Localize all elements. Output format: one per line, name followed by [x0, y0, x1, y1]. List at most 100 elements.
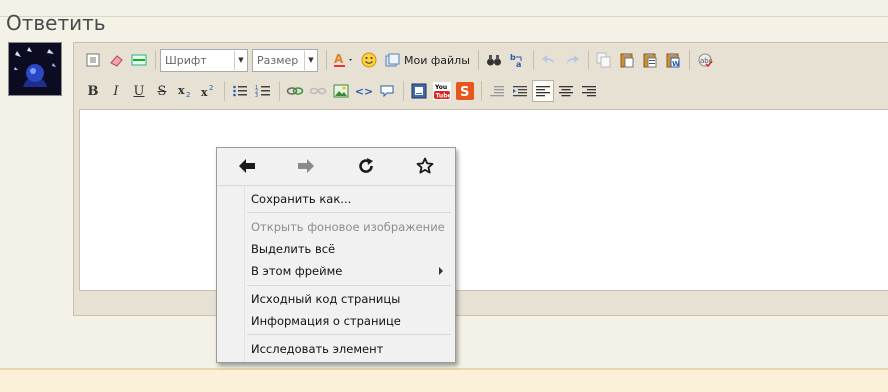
menu-item-this-frame[interactable]: В этом фрейме — [251, 264, 342, 278]
indent-icon — [513, 86, 527, 97]
editor-panel: Шрифт ▼ Размер ▼ A Мои файлы ba W abc B … — [73, 42, 888, 316]
paste-button[interactable] — [616, 49, 638, 71]
paste-text-icon — [643, 53, 657, 68]
reload-button[interactable] — [346, 151, 386, 181]
link-button[interactable] — [284, 80, 306, 102]
smiley-button[interactable] — [358, 49, 380, 71]
size-combo[interactable]: Размер ▼ — [252, 48, 318, 72]
chevron-down-icon: ▼ — [304, 50, 317, 70]
svg-text:Tube: Tube — [436, 93, 452, 100]
toolbar-separator — [688, 50, 690, 70]
italic-icon: I — [113, 83, 119, 99]
paste-word-button[interactable]: W — [662, 49, 684, 71]
toolbar-row-1: Шрифт ▼ Размер ▼ A Мои файлы ba W abc — [82, 47, 717, 73]
align-right-icon — [582, 86, 596, 97]
reload-icon — [358, 158, 373, 173]
outdent-button[interactable] — [486, 80, 508, 102]
superscript-button[interactable]: x2 — [197, 80, 219, 102]
spellcheck-icon: abc — [698, 53, 713, 68]
align-left-button[interactable] — [532, 80, 554, 102]
underline-button[interactable]: U — [128, 80, 150, 102]
context-menu: Сохранить как... Открыть фоновое изображ… — [216, 147, 456, 363]
bold-icon: B — [87, 83, 99, 99]
editor-text-area[interactable] — [79, 109, 888, 291]
toolbar-separator — [155, 50, 156, 70]
toolbar-separator — [326, 50, 327, 70]
numbered-list-button[interactable]: 123 — [252, 80, 274, 102]
source-button[interactable] — [82, 49, 104, 71]
menu-item-inspect-element[interactable]: Исследовать элемент — [251, 342, 383, 356]
chevron-down-icon: ▼ — [234, 50, 247, 70]
strike-button[interactable]: S — [151, 80, 173, 102]
align-left-icon — [536, 86, 550, 97]
redo-button[interactable] — [561, 49, 583, 71]
files-icon — [385, 53, 400, 67]
subscript-button[interactable]: x2 — [174, 80, 196, 102]
align-right-button[interactable] — [578, 80, 600, 102]
text-color-button[interactable]: A — [331, 49, 357, 71]
svg-text:3: 3 — [255, 93, 258, 98]
italic-button[interactable]: I — [105, 80, 127, 102]
svg-text:2: 2 — [186, 91, 190, 98]
bottom-strip — [0, 368, 888, 392]
font-combo[interactable]: Шрифт ▼ — [160, 48, 248, 72]
paste-text-button[interactable] — [639, 49, 661, 71]
reply-title: Ответить — [6, 11, 106, 35]
quote-button[interactable] — [376, 80, 398, 102]
bullet-list-button[interactable] — [229, 80, 251, 102]
align-center-button[interactable] — [555, 80, 577, 102]
menu-item-page-info[interactable]: Информация о странице — [251, 314, 401, 328]
eraser-icon — [110, 55, 123, 67]
paste-word-icon: W — [666, 53, 680, 68]
menu-gutter — [244, 186, 245, 362]
toolbar-separator — [477, 50, 479, 70]
toolbar-separator — [403, 81, 404, 101]
strikethrough-icon: S — [157, 83, 167, 99]
forward-button[interactable] — [286, 151, 326, 181]
smilebox-button[interactable]: S — [454, 80, 476, 102]
svg-text:W: W — [672, 60, 680, 68]
paste-icon — [620, 53, 634, 68]
replace-button[interactable]: ba — [506, 49, 528, 71]
menu-separator — [247, 285, 451, 286]
youtube-button[interactable]: You Tube — [431, 80, 453, 102]
my-files-button[interactable]: Мои файлы — [381, 53, 474, 67]
indent-button[interactable] — [509, 80, 531, 102]
toolbar-separator — [532, 50, 534, 70]
menu-item-view-source[interactable]: Исходный код страницы — [251, 292, 400, 306]
image-button[interactable] — [330, 80, 352, 102]
bold-button[interactable]: B — [82, 80, 104, 102]
remove-format-button[interactable] — [105, 49, 127, 71]
menu-separator — [217, 185, 455, 186]
unlink-button[interactable] — [307, 80, 329, 102]
text-color-icon: A — [334, 52, 352, 67]
video-button[interactable] — [408, 80, 430, 102]
size-combo-label: Размер — [257, 53, 299, 67]
link-icon — [286, 87, 304, 95]
source-icon — [86, 53, 100, 67]
svg-text:S: S — [460, 85, 469, 100]
s-logo-icon: S — [456, 82, 474, 100]
menu-item-save-as[interactable]: Сохранить как... — [251, 192, 351, 206]
svg-text:2: 2 — [209, 84, 213, 92]
context-menu-nav — [217, 148, 455, 184]
copy-button[interactable] — [593, 49, 615, 71]
binoculars-icon — [486, 55, 501, 66]
menu-item-open-background-image[interactable]: Открыть фоновое изображение — [251, 220, 445, 234]
top-band — [0, 0, 888, 16]
underline-icon: U — [133, 83, 145, 99]
toolbar-row-2: B I U S x2 x2 123 <> You Tube S — [82, 78, 601, 104]
bookmark-button[interactable] — [405, 151, 445, 181]
menu-item-select-all[interactable]: Выделить всё — [251, 242, 335, 256]
submenu-arrow-icon — [439, 267, 443, 275]
svg-text:A: A — [334, 52, 344, 66]
smiley-icon — [361, 52, 377, 68]
spellcheck-button[interactable]: abc — [694, 49, 716, 71]
hr-button[interactable] — [128, 49, 150, 71]
horizontal-rule-icon — [131, 54, 147, 66]
find-button[interactable] — [483, 49, 505, 71]
code-button[interactable]: <> — [353, 80, 375, 102]
avatar — [8, 42, 62, 96]
back-button[interactable] — [227, 151, 267, 181]
undo-button[interactable] — [538, 49, 560, 71]
